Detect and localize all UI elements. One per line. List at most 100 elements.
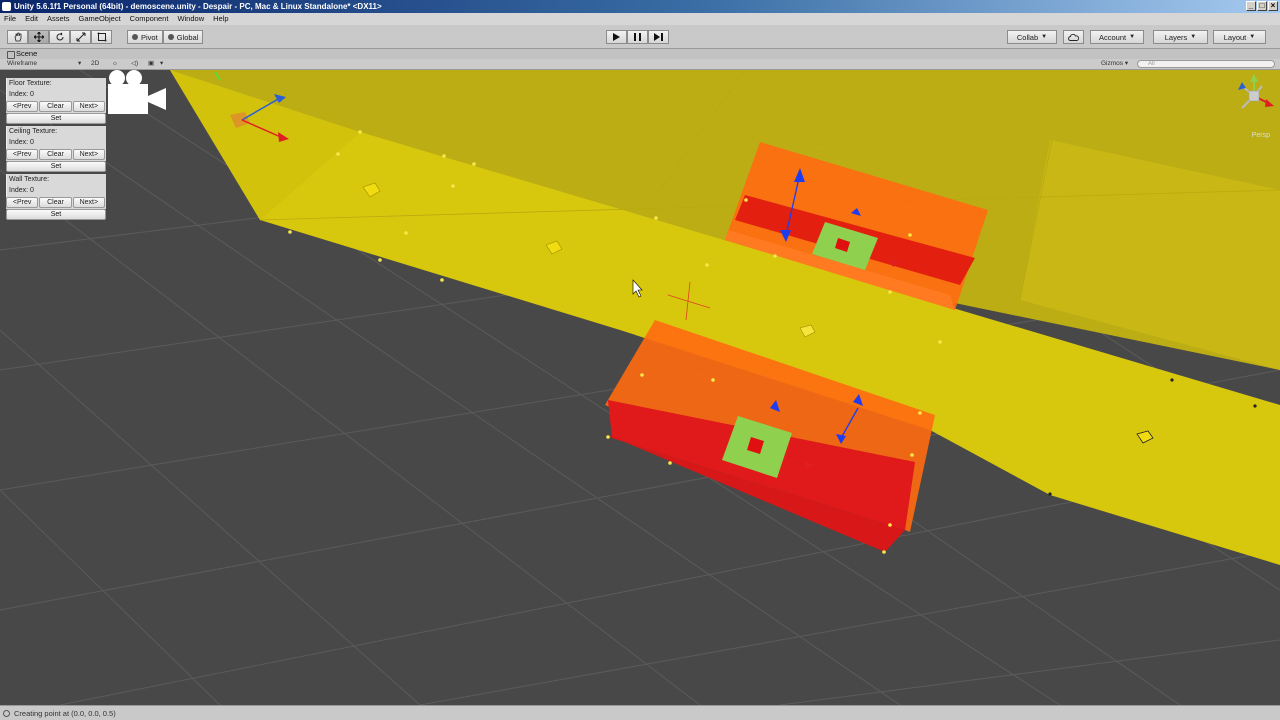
account-label: Account xyxy=(1098,32,1127,42)
section-title: Ceiling Texture: xyxy=(6,126,106,137)
rotate-icon xyxy=(56,32,63,41)
cloud-icon xyxy=(1068,33,1079,41)
hand-tool-button[interactable] xyxy=(7,30,28,44)
play-icon xyxy=(613,33,620,41)
menu-file[interactable]: File xyxy=(4,13,16,25)
playback-controls xyxy=(606,30,669,44)
pivot-icon xyxy=(132,34,138,40)
menu-component[interactable]: Component xyxy=(130,13,169,25)
section-index: Index: 0 xyxy=(6,89,106,100)
tab-scene[interactable]: Scene xyxy=(4,49,43,59)
collab-label: Collab xyxy=(1016,32,1039,42)
floor-texture-section: Floor Texture: Index: 0 <Prev Clear Next… xyxy=(6,78,106,124)
pause-icon xyxy=(634,33,641,41)
clear-button[interactable]: Clear xyxy=(39,101,72,112)
prev-button[interactable]: <Prev xyxy=(6,101,39,112)
dropdown-caret-icon: ▼ xyxy=(1190,34,1197,40)
status-message[interactable]: Creating point at (0.0, 0.0, 0.5) xyxy=(14,709,116,718)
collab-dropdown[interactable]: Collab ▼ xyxy=(1007,30,1057,44)
account-dropdown[interactable]: Account ▼ xyxy=(1090,30,1144,44)
next-button[interactable]: Next> xyxy=(72,149,105,160)
clear-button[interactable]: Clear xyxy=(39,197,72,208)
step-button[interactable] xyxy=(648,30,669,44)
scene-viewport[interactable]: Persp Floor Texture: Index: 0 <Prev Clea… xyxy=(0,70,1280,705)
texture-panel: Floor Texture: Index: 0 <Prev Clear Next… xyxy=(6,78,106,222)
collab-controls: Collab ▼ Account ▼ Layers ▼ Layout ▼ xyxy=(1007,30,1266,44)
handle-toggles: Pivot Global xyxy=(127,30,204,44)
section-title: Wall Texture: xyxy=(6,174,106,185)
dropdown-caret-icon: ▾ xyxy=(160,60,164,67)
step-icon xyxy=(654,33,663,41)
hand-icon xyxy=(14,32,21,42)
move-tool-button[interactable] xyxy=(28,30,49,44)
dropdown-caret-icon: ▼ xyxy=(1249,34,1256,40)
menu-bar: File Edit Assets GameObject Component Wi… xyxy=(0,13,1280,25)
gizmos-dropdown[interactable]: Gizmos ▾ xyxy=(1101,59,1128,69)
menu-edit[interactable]: Edit xyxy=(25,13,38,25)
globe-icon xyxy=(167,34,174,40)
dropdown-caret-icon: ▾ xyxy=(78,60,82,67)
shading-mode-dropdown[interactable]: Wireframe xyxy=(7,59,83,69)
global-toggle[interactable]: Global xyxy=(162,30,204,44)
gizmos-label: Gizmos xyxy=(1101,60,1124,67)
prev-button[interactable]: <Prev xyxy=(6,149,39,160)
search-placeholder: All xyxy=(1148,61,1155,67)
set-button[interactable]: Set xyxy=(6,161,106,172)
section-index: Index: 0 xyxy=(6,137,106,148)
layers-label: Layers xyxy=(1164,32,1188,42)
info-icon xyxy=(3,710,10,717)
play-button[interactable] xyxy=(606,30,627,44)
ceiling-texture-section: Ceiling Texture: Index: 0 <Prev Clear Ne… xyxy=(6,126,106,172)
section-title: Floor Texture: xyxy=(6,78,106,89)
toggle-2d-button[interactable]: 2D xyxy=(91,59,99,69)
prev-button[interactable]: <Prev xyxy=(6,197,39,208)
scene-tab-bar: Scene xyxy=(0,49,1280,59)
shading-mode-label: Wireframe xyxy=(7,60,37,67)
layers-dropdown[interactable]: Layers ▼ xyxy=(1153,30,1208,44)
scale-tool-button[interactable] xyxy=(70,30,91,44)
close-button[interactable]: × xyxy=(1268,1,1278,11)
next-button[interactable]: Next> xyxy=(72,101,105,112)
next-button[interactable]: Next> xyxy=(72,197,105,208)
layout-dropdown[interactable]: Layout ▼ xyxy=(1213,30,1266,44)
lighting-toggle-icon[interactable]: ☼ xyxy=(112,59,118,69)
window-titlebar: Unity 5.6.1f1 Personal (64bit) - demosce… xyxy=(0,0,1280,13)
scene-orientation-gizmo[interactable] xyxy=(1234,74,1274,136)
menu-help[interactable]: Help xyxy=(213,13,228,25)
cloud-button[interactable] xyxy=(1063,30,1084,44)
scene-view-toolbar: Wireframe ▾ 2D ☼ ◁) ▣ ▾ Gizmos ▾ All xyxy=(0,59,1280,70)
rotate-tool-button[interactable] xyxy=(49,30,70,44)
transform-tools xyxy=(7,30,112,44)
scale-icon xyxy=(76,32,85,42)
dropdown-caret-icon: ▼ xyxy=(1129,34,1136,40)
menu-assets[interactable]: Assets xyxy=(47,13,70,25)
window-title: Unity 5.6.1f1 Personal (64bit) - demosce… xyxy=(14,2,382,11)
effects-toggle-icon[interactable]: ▣ xyxy=(148,59,154,69)
scene-search-input[interactable]: All xyxy=(1137,60,1275,68)
minimize-button[interactable]: _ xyxy=(1246,1,1256,11)
global-label: Global xyxy=(176,32,199,42)
menu-gameobject[interactable]: GameObject xyxy=(79,13,121,25)
pivot-toggle[interactable]: Pivot xyxy=(127,30,163,44)
perspective-label[interactable]: Persp xyxy=(1252,132,1270,139)
main-toolbar: Pivot Global Collab ▼ Account ▼ Layers ▼ La… xyxy=(0,25,1280,49)
status-bar: Creating point at (0.0, 0.0, 0.5) xyxy=(0,705,1280,720)
menu-window[interactable]: Window xyxy=(177,13,204,25)
set-button[interactable]: Set xyxy=(6,113,106,124)
pause-button[interactable] xyxy=(627,30,648,44)
maximize-button[interactable]: □ xyxy=(1257,1,1267,11)
move-icon xyxy=(33,32,44,42)
scene-canvas xyxy=(0,70,1280,705)
wall-texture-section: Wall Texture: Index: 0 <Prev Clear Next>… xyxy=(6,174,106,220)
layout-label: Layout xyxy=(1223,32,1247,42)
clear-button[interactable]: Clear xyxy=(39,149,72,160)
dropdown-caret-icon: ▼ xyxy=(1041,34,1048,40)
section-index: Index: 0 xyxy=(6,185,106,196)
camera-gizmo-icon xyxy=(108,70,166,114)
rect-icon xyxy=(97,32,106,42)
set-button[interactable]: Set xyxy=(6,209,106,220)
audio-toggle-icon[interactable]: ◁) xyxy=(131,59,138,69)
pivot-label: Pivot xyxy=(141,32,158,42)
rect-tool-button[interactable] xyxy=(91,30,112,44)
unity-app-icon xyxy=(2,2,11,11)
